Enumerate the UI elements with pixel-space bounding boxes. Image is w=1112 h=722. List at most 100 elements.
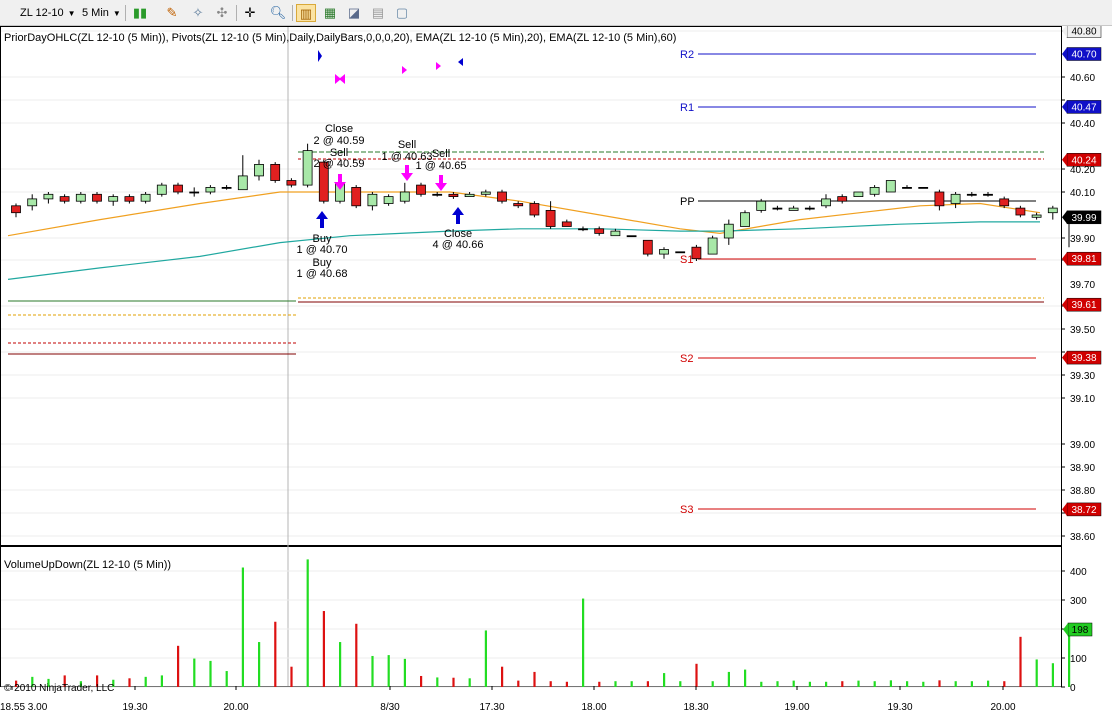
price-badge: 38.72 [1062, 502, 1102, 517]
volume-bar [760, 681, 763, 687]
chevron-down-icon: ▼ [67, 9, 76, 18]
candle [416, 182, 426, 197]
candle [740, 210, 750, 227]
candle [950, 192, 961, 209]
price-badge-text: 40.70 [1071, 50, 1096, 61]
price-badge: 40.47 [1062, 100, 1102, 114]
time-axis[interactable]: 19.30 20.00 8/30 17.30 18.00 18.30 19.00 19.30 2… [0, 686, 1016, 713]
sell-arrow-icon [435, 175, 447, 191]
candle [756, 198, 767, 213]
candle [480, 189, 491, 197]
candle [59, 194, 70, 204]
volume-bar [987, 680, 990, 687]
price-badge: 39.99 [1062, 210, 1102, 225]
ema-lines [7, 191, 1041, 280]
trade-label-sell-detail: 1 @ 40.65 [416, 160, 467, 172]
volume-bar [614, 681, 617, 687]
price-tick-label: 38.60 [1070, 532, 1095, 543]
entry-flag-icon [318, 50, 322, 62]
time-start-label: 18.55 3.00 [0, 702, 48, 713]
interval-dropdown[interactable]: 5 Min ▼ [78, 4, 121, 22]
candle [221, 185, 232, 190]
trade-label-sell-action: Sell [432, 148, 450, 160]
candle [529, 201, 540, 218]
candle [75, 192, 86, 204]
candle [383, 194, 394, 206]
volume-current-value: 198 [1072, 625, 1089, 636]
drawing-pencil-icon[interactable]: ✎ [162, 4, 182, 22]
trade-label-close-detail: 2 @ 40.59 [314, 135, 365, 147]
volume-bar [371, 655, 374, 687]
strategy-icon[interactable]: ◪ [344, 4, 364, 22]
price-indicator-label: PriorDayOHLC(ZL 12-10 (5 Min)), Pivots(Z… [4, 32, 676, 44]
candle [642, 239, 653, 257]
candle [659, 247, 669, 259]
pivot-levels: R2 R1 PP S1 S2 S3 [680, 49, 1036, 516]
chart-trader-icon[interactable]: ▥ [296, 4, 316, 22]
candle [27, 194, 38, 211]
candle [351, 185, 362, 209]
pivot-label-r2: R2 [680, 49, 694, 61]
bar-style-icon[interactable]: ▦ [320, 4, 340, 22]
volume-bar [258, 642, 261, 687]
volume-bar [857, 680, 860, 687]
volume-bar [889, 680, 892, 687]
volume-bar [598, 681, 601, 687]
candle [367, 192, 378, 211]
price-badge: 40.24 [1062, 153, 1102, 167]
price-badge-text: 39.99 [1071, 213, 1096, 224]
exit-triangle-icon [339, 74, 345, 84]
candlestick-icon[interactable]: ▮▮ [130, 4, 150, 22]
new-window-icon[interactable]: ▢ [392, 4, 412, 22]
exit-triangle-icon [458, 58, 463, 66]
instrument-dropdown[interactable]: ZL 12-10 ▼ [16, 4, 76, 22]
price-badge-text: 40.24 [1071, 155, 1096, 166]
properties-icon[interactable]: ▤ [368, 4, 388, 22]
price-panel-border [0, 26, 1062, 546]
price-tick-label: 39.00 [1070, 440, 1095, 451]
price-tick-label: 40.60 [1070, 73, 1095, 84]
price-candles [11, 143, 1074, 261]
candle [1015, 205, 1026, 218]
zoom-icon[interactable]: 🔍︎ [268, 4, 288, 22]
volume-bar [241, 567, 244, 687]
volume-bar [468, 678, 471, 687]
volume-tick-label: 100 [1070, 654, 1087, 665]
price-tick-label: 40.20 [1070, 165, 1095, 176]
volume-bar [938, 680, 941, 687]
price-tick-label: 39.10 [1070, 394, 1095, 405]
candle [1047, 205, 1058, 220]
candle [1031, 212, 1042, 220]
volume-bar [825, 681, 828, 687]
chart-area[interactable]: PriorDayOHLC(ZL 12-10 (5 Min)), Pivots(Z… [0, 26, 1112, 722]
candle [918, 186, 929, 189]
volume-bar [582, 598, 585, 687]
candle [626, 235, 637, 238]
pivot-label-s3: S3 [680, 504, 693, 516]
crosshair-icon[interactable]: ✣ [212, 4, 232, 22]
crosshair-icon[interactable]: ✛ [240, 4, 260, 22]
volume-bar [776, 681, 779, 687]
trade-label-sell-action: Sell [398, 139, 416, 151]
candle [804, 205, 815, 211]
volume-bar [808, 681, 811, 687]
time-tick-label: 20.00 [990, 702, 1015, 713]
interval-label: 5 Min [82, 7, 109, 19]
candle [302, 143, 313, 188]
time-tick-label: 18.00 [581, 702, 606, 713]
time-tick-label: 18.30 [683, 702, 708, 713]
candle [189, 187, 200, 197]
volume-indicator-label: VolumeUpDown(ZL 12-10 (5 Min)) [4, 559, 171, 571]
magic-wand-icon[interactable]: ✧ [188, 4, 208, 22]
price-tick-label: 38.80 [1070, 486, 1095, 497]
time-tick-label: 17.30 [479, 702, 504, 713]
pivot-label-pp: PP [680, 196, 695, 208]
ema-60-line [7, 221, 1040, 280]
pivot-label-r1: R1 [680, 102, 694, 114]
volume-bar [290, 666, 293, 687]
volume-bar [339, 642, 342, 687]
candle [270, 162, 281, 183]
price-tick-label: 39.70 [1070, 280, 1095, 291]
volume-bar [452, 677, 455, 687]
candle [108, 194, 119, 206]
